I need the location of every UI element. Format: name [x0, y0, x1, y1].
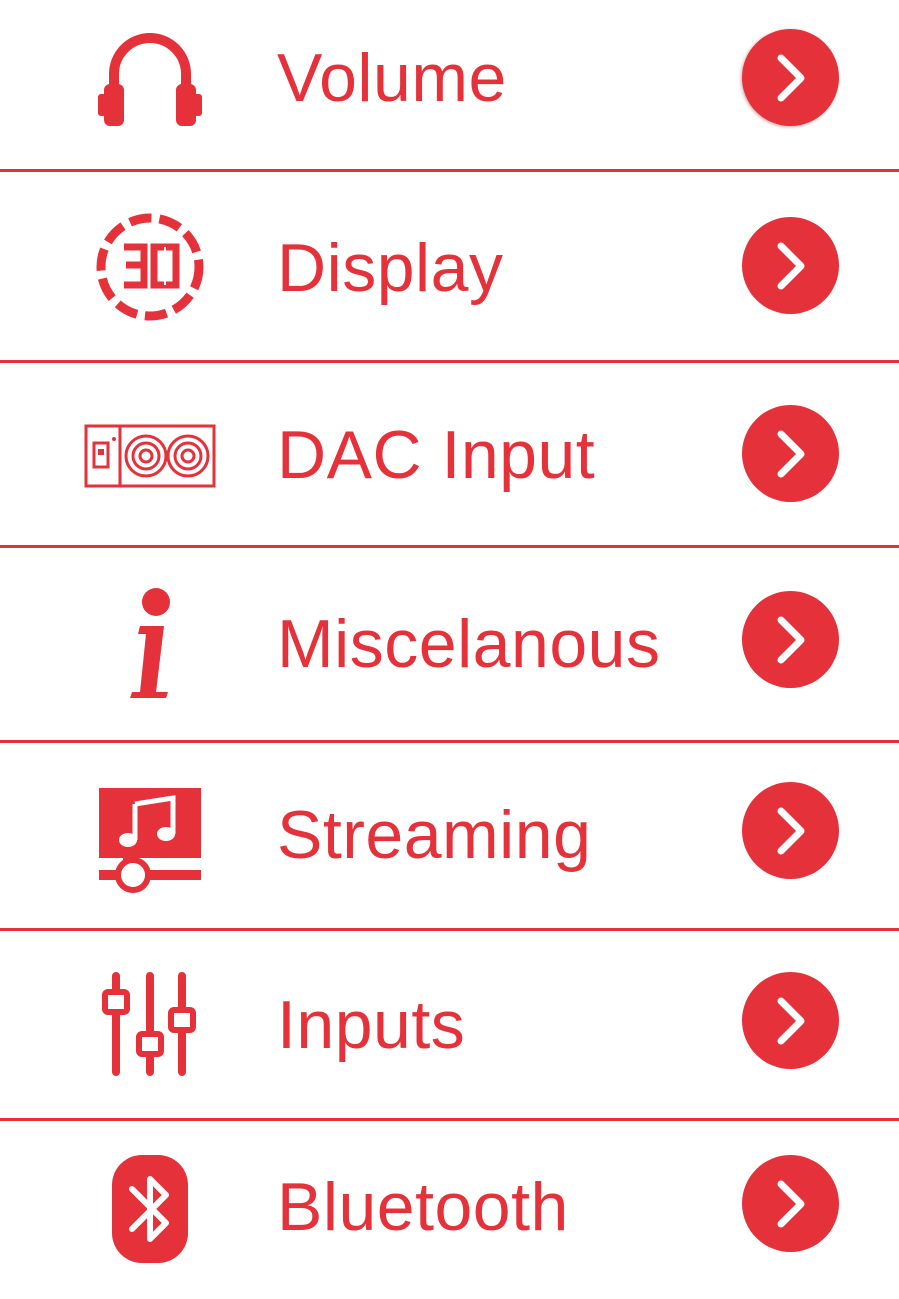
info-icon — [70, 588, 230, 700]
display-segment-icon — [70, 212, 230, 322]
menu-item-inputs[interactable]: Inputs — [0, 931, 899, 1118]
bluetooth-icon — [70, 1151, 230, 1266]
menu-item-label: Streaming — [277, 797, 592, 873]
menu-item-label: DAC Input — [277, 417, 596, 493]
chevron-right-icon[interactable] — [742, 972, 839, 1069]
menu-item-bluetooth[interactable]: Bluetooth — [0, 1121, 899, 1299]
chevron-right-icon[interactable] — [742, 29, 839, 126]
settings-menu: Volume Display DAC Input Miscelanous Str… — [0, 0, 899, 1299]
chevron-right-icon[interactable] — [742, 1155, 839, 1252]
menu-item-label: Inputs — [277, 987, 466, 1063]
sliders-icon — [70, 971, 230, 1076]
chevron-right-icon[interactable] — [742, 217, 839, 314]
menu-item-volume[interactable]: Volume — [0, 0, 899, 170]
streaming-music-icon — [70, 783, 230, 895]
menu-item-label: Display — [277, 230, 504, 306]
menu-item-label: Bluetooth — [277, 1169, 569, 1245]
menu-item-streaming[interactable]: Streaming — [0, 743, 899, 928]
menu-item-display[interactable]: Display — [0, 172, 899, 360]
chevron-right-icon[interactable] — [742, 405, 839, 502]
headphones-icon — [70, 22, 230, 132]
chevron-right-icon[interactable] — [742, 591, 839, 688]
menu-item-label: Volume — [277, 40, 507, 116]
chevron-right-icon[interactable] — [742, 782, 839, 879]
menu-item-dac-input[interactable]: DAC Input — [0, 363, 899, 545]
menu-item-label: Miscelanous — [277, 606, 661, 682]
dac-device-icon — [70, 418, 230, 493]
menu-item-miscelanous[interactable]: Miscelanous — [0, 548, 899, 740]
